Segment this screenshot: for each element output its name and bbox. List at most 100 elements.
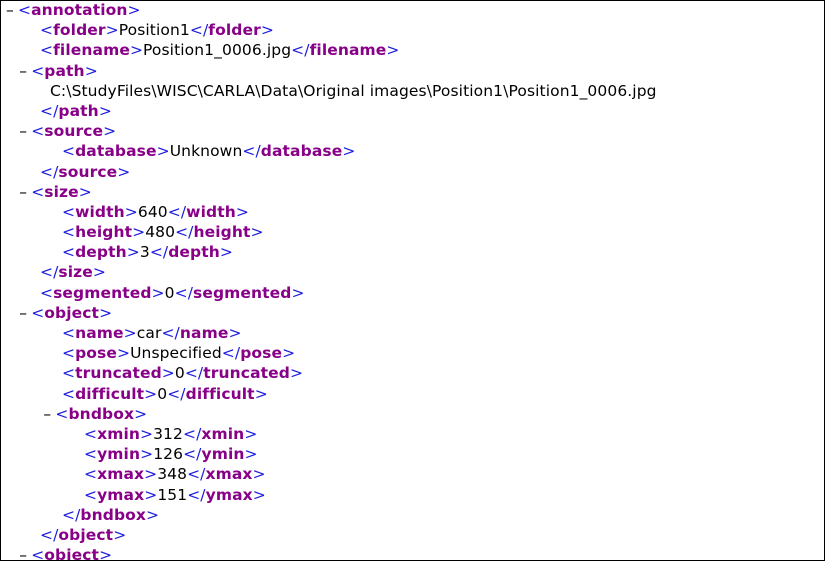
close-bracket: >: [105, 21, 119, 40]
xml-open-tag: database: [75, 142, 157, 161]
xml-line: – <annotation>: [6, 1, 657, 20]
xml-close-tag: source: [58, 162, 118, 181]
xml-line: – <path>: [6, 61, 657, 81]
xml-line: <difficult>0</difficult>: [6, 384, 657, 404]
collapse-toggle-icon[interactable]: –: [19, 545, 31, 560]
end-tag-open-bracket: </: [189, 21, 209, 40]
xml-line: <truncated>0</truncated>: [6, 363, 657, 383]
collapse-toggle-icon[interactable]: –: [6, 1, 18, 20]
xml-open-tag: bndbox: [68, 404, 135, 423]
collapse-toggle-icon[interactable]: –: [19, 121, 31, 141]
xml-text-value: C:\StudyFiles\WISC\CARLA\Data\Original i…: [50, 81, 657, 100]
open-bracket: <: [84, 465, 98, 484]
xml-line: <name>car</name>: [6, 323, 657, 343]
xml-line: <database>Unknown</database>: [6, 141, 657, 161]
close-bracket: >: [129, 41, 144, 60]
xml-close-tag: truncated: [203, 364, 290, 383]
close-bracket: >: [99, 303, 113, 322]
xml-open-tag: ymax: [97, 485, 145, 504]
collapse-toggle-icon[interactable]: –: [43, 404, 55, 424]
close-bracket: >: [99, 546, 113, 561]
xml-close-tag: height: [193, 223, 251, 242]
xml-text-value: 640: [137, 202, 168, 221]
close-bracket: >: [134, 404, 148, 423]
end-tag-open-bracket: </: [62, 505, 81, 524]
xml-open-tag: pose: [75, 344, 117, 363]
xml-close-tag: path: [58, 101, 99, 120]
open-bracket: <: [62, 243, 76, 262]
close-bracket: >: [103, 122, 117, 141]
open-bracket: <: [62, 344, 76, 363]
close-bracket: >: [144, 384, 158, 403]
xml-text-value: Position1_0006.jpg: [143, 41, 292, 60]
xml-line: <ymin>126</ymin>: [6, 444, 657, 464]
close-bracket: >: [117, 162, 131, 181]
close-bracket: >: [144, 485, 158, 504]
xml-open-tag: annotation: [31, 1, 128, 19]
close-bracket: >: [144, 465, 158, 484]
open-bracket: <: [31, 546, 45, 561]
open-bracket: <: [31, 122, 45, 141]
xml-close-tag: difficult: [185, 384, 255, 403]
xml-line: <ymax>151</ymax>: [6, 485, 657, 505]
xml-close-tag: database: [260, 142, 343, 161]
xml-close-tag: ymax: [205, 485, 253, 504]
open-bracket: <: [84, 485, 98, 504]
xml-line: </bndbox>: [6, 505, 657, 525]
close-bracket: >: [235, 202, 249, 221]
close-bracket: >: [132, 223, 146, 242]
end-tag-open-bracket: </: [40, 263, 59, 282]
xml-open-tag: difficult: [75, 384, 145, 403]
xml-open-tag: xmin: [97, 424, 140, 443]
open-bracket: <: [40, 283, 54, 302]
close-bracket: >: [252, 485, 266, 504]
end-tag-open-bracket: </: [175, 223, 194, 242]
xml-close-tag: ymin: [201, 445, 245, 464]
xml-open-tag: name: [75, 324, 124, 342]
xml-line: <folder>Position1</folder>: [6, 20, 657, 40]
end-tag-open-bracket: </: [167, 202, 187, 221]
close-bracket: >: [386, 41, 400, 60]
end-tag-open-bracket: </: [221, 344, 241, 363]
close-bracket: >: [140, 445, 154, 464]
close-bracket: >: [116, 344, 131, 363]
collapse-toggle-icon[interactable]: –: [19, 303, 31, 323]
close-bracket: >: [123, 324, 137, 342]
xml-line: </size>: [6, 262, 657, 282]
xml-open-tag: height: [75, 223, 133, 242]
open-bracket: <: [62, 142, 76, 161]
xml-open-tag: path: [44, 61, 85, 80]
close-bracket: >: [244, 424, 258, 443]
xml-line: <depth>3</depth>: [6, 242, 657, 262]
xml-open-tag: xmax: [97, 465, 145, 484]
xml-open-tag: width: [75, 202, 125, 221]
collapse-toggle-icon[interactable]: –: [19, 61, 31, 81]
xml-close-tag: name: [179, 324, 229, 342]
end-tag-open-bracket: </: [184, 364, 204, 383]
xml-open-tag: source: [44, 122, 104, 141]
end-tag-open-bracket: </: [161, 324, 180, 342]
xml-line: – <object>: [6, 303, 657, 323]
xml-text-value: 126: [153, 445, 184, 464]
xml-line: </object>: [6, 525, 657, 545]
open-bracket: <: [40, 21, 54, 40]
open-bracket: <: [18, 1, 32, 19]
end-tag-open-bracket: </: [182, 424, 202, 443]
collapse-toggle-icon[interactable]: –: [19, 182, 31, 202]
end-tag-open-bracket: </: [187, 465, 206, 484]
close-bracket: >: [127, 1, 141, 19]
xml-line: </source>: [6, 162, 657, 182]
xml-text-value: 0: [157, 384, 168, 403]
close-bracket: >: [156, 142, 170, 161]
xml-line: <xmax>348</xmax>: [6, 464, 657, 484]
xml-line: <filename>Position1_0006.jpg</filename>: [6, 40, 657, 60]
xml-line: <pose>Unspecified</pose>: [6, 343, 657, 363]
open-bracket: <: [31, 61, 45, 80]
xml-line: <width>640</width>: [6, 202, 657, 222]
close-bracket: >: [146, 505, 160, 524]
xml-close-tag: xmin: [201, 424, 245, 443]
end-tag-open-bracket: </: [40, 162, 59, 181]
close-bracket: >: [250, 223, 264, 242]
open-bracket: <: [62, 324, 76, 342]
xml-text-value: 348: [157, 465, 188, 484]
